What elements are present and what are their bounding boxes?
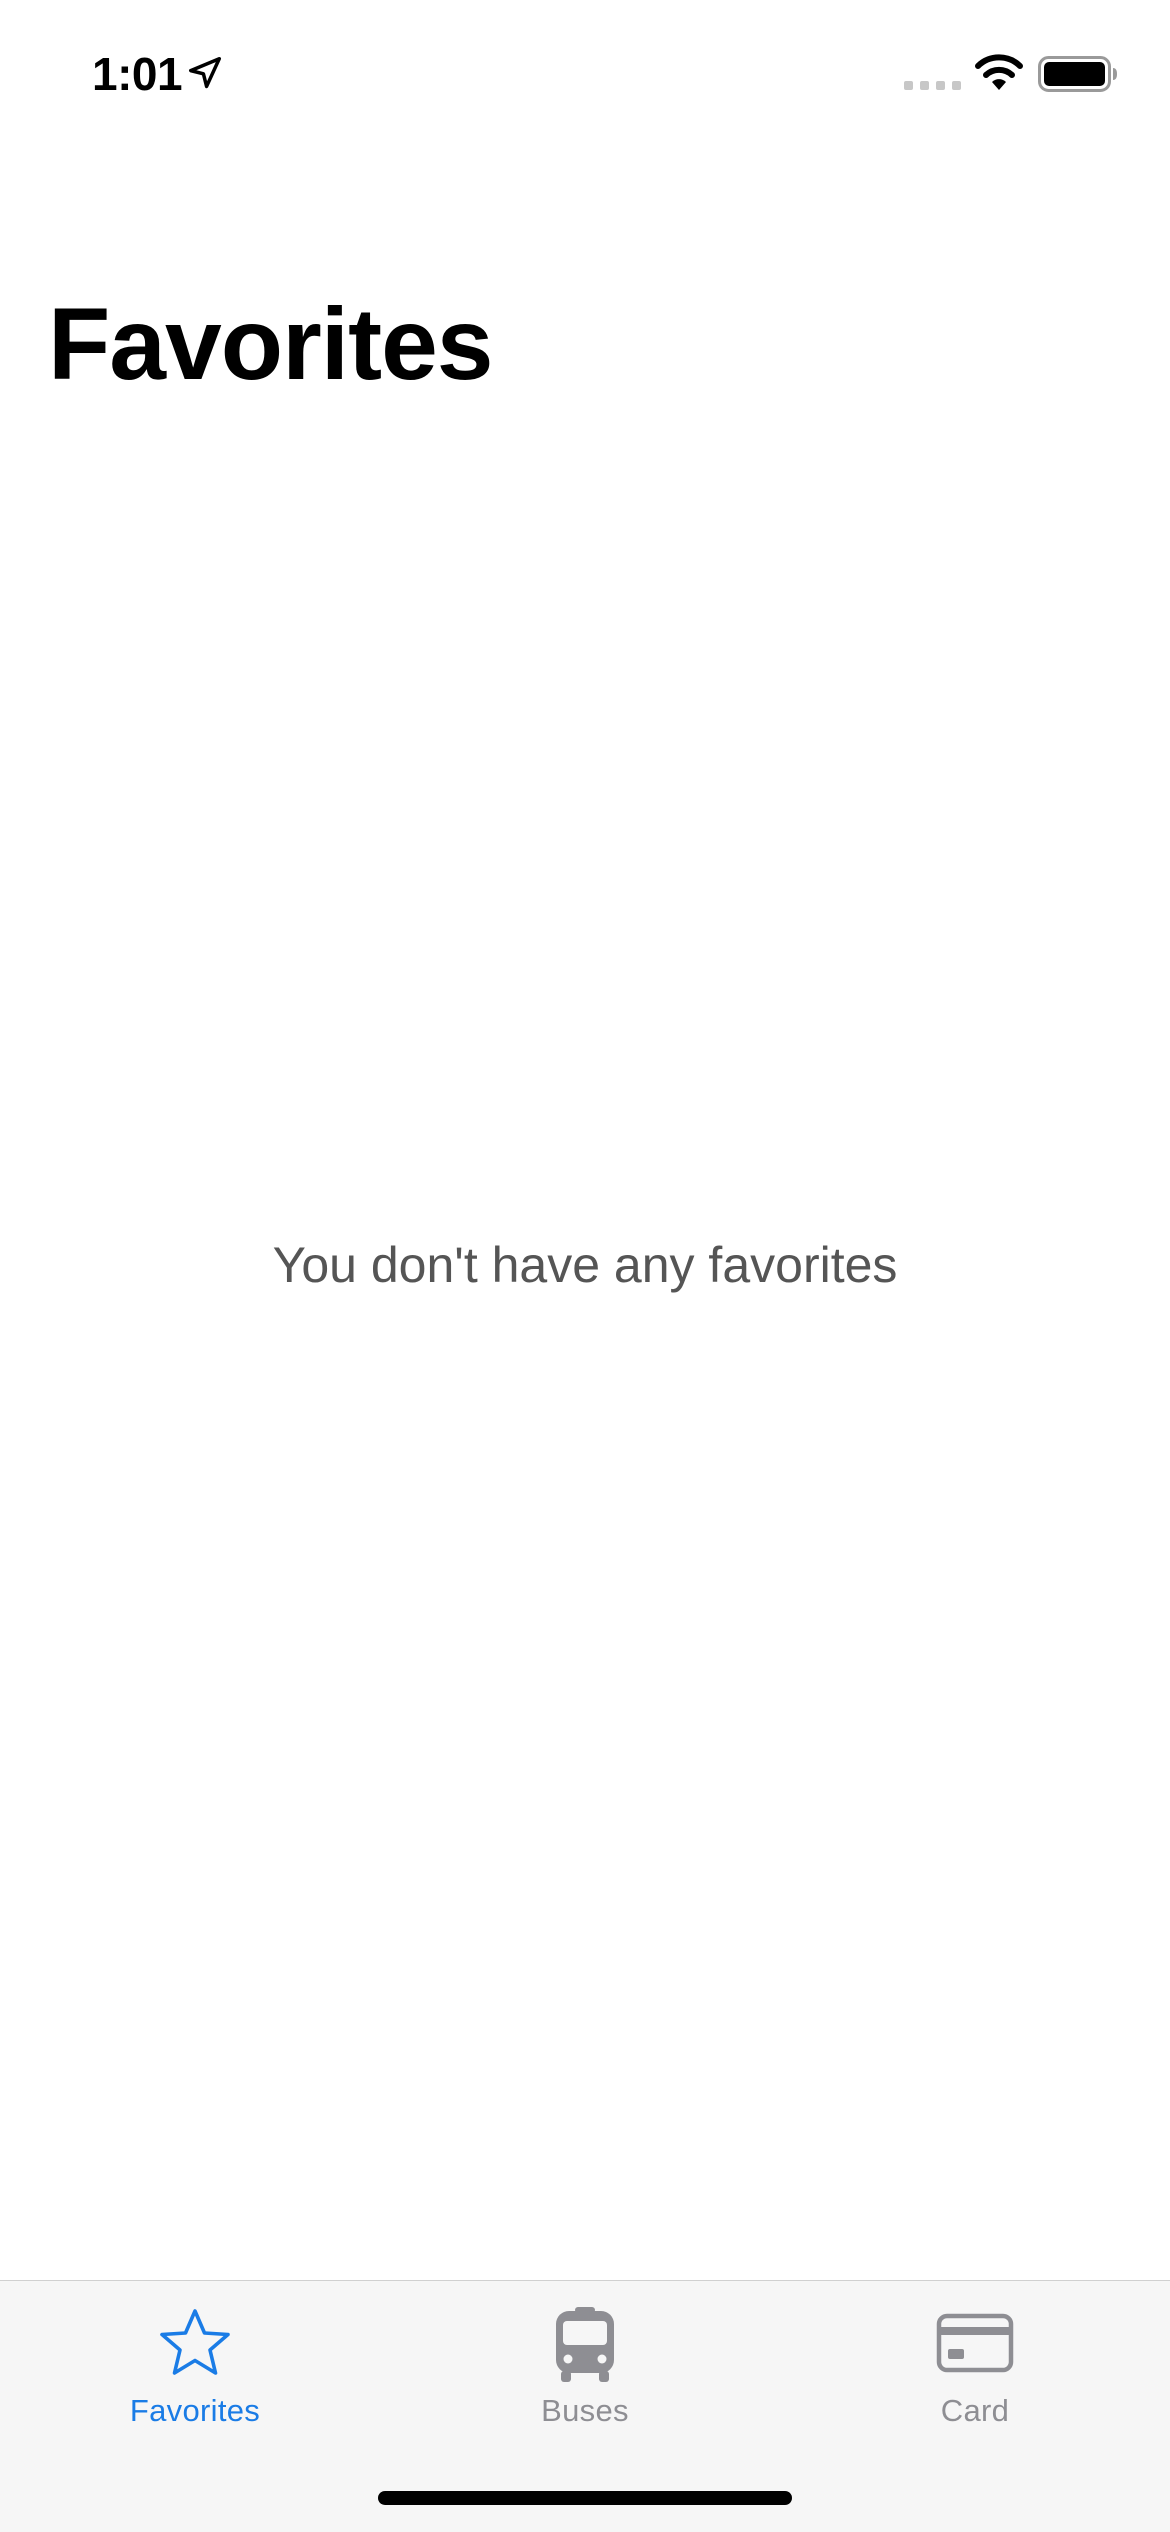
empty-state-message: You don't have any favorites xyxy=(272,1237,898,1293)
tab-label-card: Card xyxy=(940,2393,1010,2428)
location-arrow-icon xyxy=(189,57,221,89)
star-icon xyxy=(160,2309,230,2375)
status-bar: 1:01 xyxy=(0,0,1170,140)
favorites-screen: 1:01 Favorites You don't have any favori… xyxy=(0,0,1170,2532)
tab-card[interactable]: Card xyxy=(780,2281,1170,2441)
bus-icon xyxy=(556,2307,614,2382)
credit-card-icon xyxy=(936,2313,1014,2373)
tab-label-buses: Buses xyxy=(541,2393,629,2428)
tab-buses[interactable]: Buses xyxy=(390,2281,780,2441)
cellular-signal-icon xyxy=(904,81,961,90)
tab-bar: Favorites Buses Card xyxy=(0,2280,1170,2532)
tab-label-favorites: Favorites xyxy=(129,2393,261,2428)
home-indicator[interactable] xyxy=(378,2491,792,2505)
wifi-icon xyxy=(975,54,1023,90)
page-title: Favorites xyxy=(48,287,494,401)
battery-icon xyxy=(1038,56,1117,92)
tab-favorites[interactable]: Favorites xyxy=(0,2281,390,2441)
status-time: 1:01 xyxy=(92,48,183,100)
